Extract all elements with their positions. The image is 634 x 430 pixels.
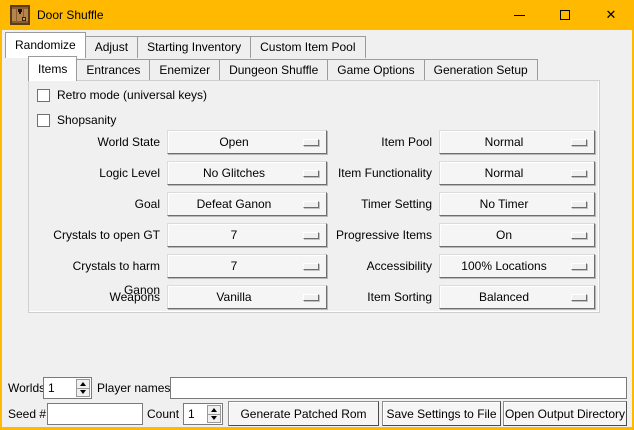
goal-dropdown[interactable]: Defeat Ganon xyxy=(167,192,327,216)
dropdown-indicator-icon xyxy=(571,170,587,177)
window-content: Randomize Adjust Starting Inventory Cust… xyxy=(2,30,632,427)
dropdown-indicator-icon xyxy=(571,294,587,301)
worlds-label: Worlds xyxy=(8,377,45,399)
window-controls: ✕ xyxy=(496,0,634,30)
accessibility-label: Accessibility xyxy=(329,254,432,278)
dropdown-indicator-icon xyxy=(303,139,319,146)
tab-custom-item-pool[interactable]: Custom Item Pool xyxy=(250,36,365,58)
crystals-gt-label: Crystals to open GT xyxy=(34,223,160,247)
maximize-button[interactable] xyxy=(542,0,588,30)
count-spinner[interactable]: 1 xyxy=(183,403,223,425)
item-pool-label: Item Pool xyxy=(329,130,432,154)
window-title: Door Shuffle xyxy=(37,8,104,22)
worlds-spinner-down[interactable] xyxy=(76,388,90,398)
crystals-gt-dropdown[interactable]: 7 xyxy=(167,223,327,247)
tab-randomize[interactable]: Randomize xyxy=(5,32,86,58)
seed-label: Seed # xyxy=(8,403,46,425)
goal-label: Goal xyxy=(34,192,160,216)
dropdown-indicator-icon xyxy=(303,170,319,177)
title-bar: Door Shuffle ✕ xyxy=(0,0,634,30)
minimize-button[interactable] xyxy=(496,0,542,30)
weapons-label: Weapons xyxy=(34,285,160,309)
retro-mode-checkbox[interactable] xyxy=(37,89,50,102)
logic-level-dropdown[interactable]: No Glitches xyxy=(167,161,327,185)
crystals-ganon-dropdown[interactable]: 7 xyxy=(167,254,327,278)
seed-input[interactable] xyxy=(47,403,143,425)
tab-adjust[interactable]: Adjust xyxy=(85,36,138,58)
logic-level-label: Logic Level xyxy=(34,161,160,185)
dropdown-indicator-icon xyxy=(303,201,319,208)
items-panel: Retro mode (universal keys) Shopsanity W… xyxy=(28,80,600,313)
dropdown-indicator-icon xyxy=(303,294,319,301)
retro-mode-row: Retro mode (universal keys) xyxy=(37,88,207,102)
item-functionality-label: Item Functionality xyxy=(329,161,432,185)
tab-generation-setup[interactable]: Generation Setup xyxy=(424,59,538,81)
tab-game-options[interactable]: Game Options xyxy=(327,59,424,81)
retro-mode-label: Retro mode (universal keys) xyxy=(57,88,207,102)
maximize-icon xyxy=(560,10,570,20)
tab-starting-inventory[interactable]: Starting Inventory xyxy=(137,36,251,58)
shopsanity-checkbox[interactable] xyxy=(37,114,50,127)
count-spinner-down[interactable] xyxy=(207,414,221,424)
dropdown-indicator-icon xyxy=(571,139,587,146)
item-pool-dropdown[interactable]: Normal xyxy=(439,130,595,154)
spinner-down-icon xyxy=(80,390,86,394)
worlds-spinner[interactable]: 1 xyxy=(43,377,92,399)
progressive-items-label: Progressive Items xyxy=(329,223,432,247)
item-sorting-label: Item Sorting xyxy=(329,285,432,309)
save-settings-button[interactable]: Save Settings to File xyxy=(382,401,501,426)
accessibility-dropdown[interactable]: 100% Locations xyxy=(439,254,595,278)
progressive-items-dropdown[interactable]: On xyxy=(439,223,595,247)
tab-dungeon-shuffle[interactable]: Dungeon Shuffle xyxy=(219,59,328,81)
dropdown-indicator-icon xyxy=(571,263,587,270)
shopsanity-label: Shopsanity xyxy=(57,113,116,127)
shopsanity-row: Shopsanity xyxy=(37,113,116,127)
count-label: Count xyxy=(147,403,179,425)
main-tab-bar: Randomize Adjust Starting Inventory Cust… xyxy=(5,32,365,58)
open-output-directory-button[interactable]: Open Output Directory xyxy=(503,401,627,426)
spinner-down-icon xyxy=(211,416,217,420)
tab-entrances[interactable]: Entrances xyxy=(76,59,150,81)
spinner-up-icon xyxy=(211,408,217,412)
dropdown-indicator-icon xyxy=(571,232,587,239)
dropdown-indicator-icon xyxy=(303,232,319,239)
close-button[interactable]: ✕ xyxy=(588,0,634,30)
item-sorting-dropdown[interactable]: Balanced xyxy=(439,285,595,309)
generate-patched-rom-button[interactable]: Generate Patched Rom xyxy=(228,401,379,426)
dropdown-indicator-icon xyxy=(571,201,587,208)
tab-enemizer[interactable]: Enemizer xyxy=(149,59,220,81)
player-names-label: Player names xyxy=(97,377,170,399)
sub-tab-bar: Items Entrances Enemizer Dungeon Shuffle… xyxy=(28,57,537,81)
timer-setting-label: Timer Setting xyxy=(329,192,432,216)
spinner-up-icon xyxy=(80,382,86,386)
world-state-label: World State xyxy=(34,130,160,154)
player-names-input[interactable] xyxy=(170,377,627,399)
door-icon xyxy=(10,5,30,25)
item-functionality-dropdown[interactable]: Normal xyxy=(439,161,595,185)
crystals-ganon-label: Crystals to harm Ganon xyxy=(34,254,160,278)
close-icon: ✕ xyxy=(606,7,617,23)
world-state-dropdown[interactable]: Open xyxy=(167,130,327,154)
dropdown-indicator-icon xyxy=(303,263,319,270)
timer-setting-dropdown[interactable]: No Timer xyxy=(439,192,595,216)
tab-items[interactable]: Items xyxy=(28,56,77,81)
minimize-icon xyxy=(514,15,525,16)
weapons-dropdown[interactable]: Vanilla xyxy=(167,285,327,309)
door-shuffle-window: Door Shuffle ✕ Randomize Adjust Starting… xyxy=(0,0,634,430)
